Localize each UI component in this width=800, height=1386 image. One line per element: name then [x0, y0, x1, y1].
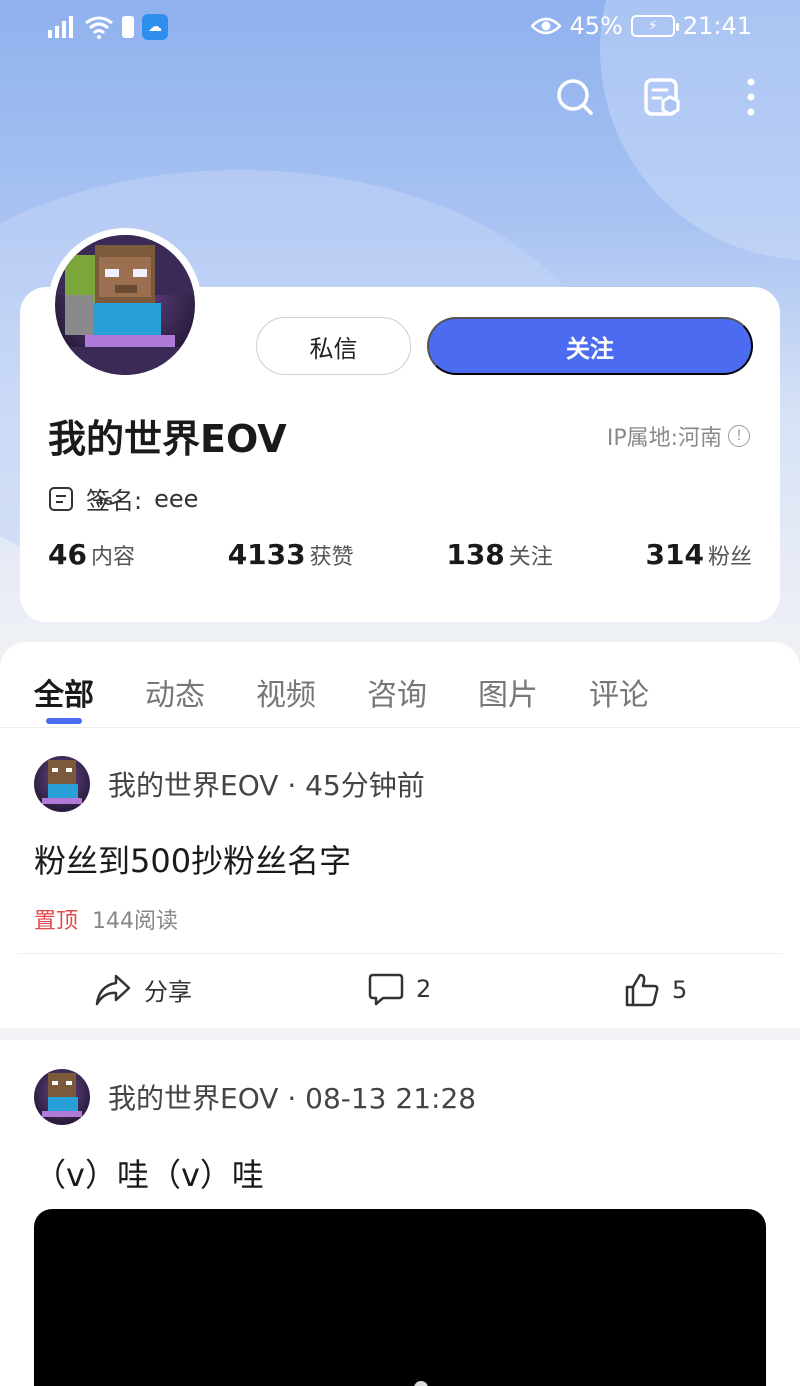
- wifi-icon: [85, 16, 113, 39]
- stat-label: 内容: [90, 545, 135, 570]
- avatar-image: [55, 235, 195, 375]
- message-button[interactable]: 私信: [256, 317, 411, 375]
- follow-button[interactable]: 关注: [427, 317, 753, 375]
- post-info: 置顶 144阅读: [34, 903, 178, 935]
- tabs-divider: [0, 727, 800, 728]
- comment-button[interactable]: 2: [368, 972, 431, 1006]
- search-button[interactable]: [554, 76, 596, 118]
- video-player[interactable]: [34, 1209, 766, 1386]
- ip-location-text: IP属地:河南: [606, 426, 722, 451]
- search-icon: [557, 79, 593, 115]
- more-button[interactable]: [730, 76, 772, 118]
- clock: 21:41: [682, 12, 752, 40]
- post-title[interactable]: （v）哇（v）哇: [34, 1150, 264, 1196]
- active-tab-indicator: [46, 718, 82, 724]
- profile-card-button[interactable]: [642, 76, 684, 118]
- post-time: 08-13 21:28: [305, 1082, 477, 1115]
- like-button[interactable]: 5: [624, 972, 687, 1008]
- stat-number: 138: [446, 538, 505, 571]
- battery-percent: 45%: [569, 12, 623, 40]
- stat-number: 314: [645, 538, 704, 571]
- share-icon: [95, 974, 131, 1005]
- profile-card-icon: [644, 78, 680, 116]
- content-tabs: 全部 动态 视频 咨询 图片 评论: [34, 670, 700, 714]
- author-avatar[interactable]: [34, 1069, 90, 1125]
- status-bar: 4G ☁ 45% ⚡ 21:41: [0, 10, 800, 508]
- ip-location[interactable]: IP属地:河南 !: [607, 420, 750, 452]
- stat-label: 粉丝: [707, 545, 752, 570]
- author-name[interactable]: 我的世界EOV: [108, 1082, 278, 1115]
- post-header: 我的世界EOV · 08-13 21:28: [34, 1069, 476, 1125]
- meta-separator: ·: [287, 769, 306, 802]
- profile-stats: 46 内容 4133 获赞 138 关注 314 粉丝: [48, 538, 752, 571]
- author-avatar[interactable]: [34, 756, 90, 812]
- post-meta: 我的世界EOV · 45分钟前: [108, 764, 425, 804]
- tab-comments[interactable]: 评论: [589, 670, 700, 714]
- post-time: 45分钟前: [305, 769, 425, 802]
- eye-comfort-icon: [531, 17, 562, 35]
- stat-number: 4133: [227, 538, 306, 571]
- signature-icon: [49, 486, 73, 511]
- signature-value: eee: [154, 484, 199, 513]
- tab-dynamics[interactable]: 动态: [145, 670, 256, 714]
- author-name[interactable]: 我的世界EOV: [108, 769, 278, 802]
- post-meta: 我的世界EOV · 08-13 21:28: [108, 1077, 476, 1117]
- top-actions: [554, 76, 772, 118]
- meta-separator: ·: [287, 1082, 306, 1115]
- stat-content[interactable]: 46 内容: [48, 538, 135, 571]
- thumbs-up-icon: [625, 973, 659, 1007]
- weather-app-icon: ☁: [142, 14, 168, 40]
- signal-icon: [48, 16, 73, 38]
- stat-likes[interactable]: 4133 获赞: [228, 538, 354, 571]
- battery-icon: ⚡: [630, 15, 679, 37]
- share-label: 分享: [144, 978, 192, 1006]
- like-count: 5: [672, 976, 688, 1004]
- profile-avatar[interactable]: [48, 228, 202, 382]
- post-actions: 分享 2 5: [0, 958, 800, 1028]
- loading-indicator: [414, 1381, 428, 1386]
- comment-icon: [368, 973, 404, 1006]
- pinned-badge: 置顶: [34, 909, 79, 934]
- read-count: 144阅读: [92, 909, 179, 934]
- stat-number: 46: [48, 538, 87, 571]
- more-vertical-icon: [747, 78, 755, 116]
- stat-label: 关注: [508, 545, 553, 570]
- post-divider: [18, 953, 782, 954]
- battery-saver-icon: [122, 16, 134, 38]
- stat-label: 获赞: [309, 545, 354, 570]
- post-title[interactable]: 粉丝到500抄粉丝名字: [34, 836, 351, 882]
- signature: 签名: eee: [48, 481, 198, 516]
- tab-images[interactable]: 图片: [478, 670, 589, 714]
- comment-count: 2: [416, 975, 432, 1003]
- stat-followers[interactable]: 314 粉丝: [646, 538, 752, 571]
- profile-name: 我的世界EOV: [48, 417, 287, 461]
- signature-label: 签名:: [86, 487, 143, 515]
- stat-following[interactable]: 138 关注: [446, 538, 552, 571]
- post-separator: [0, 1028, 800, 1040]
- tab-news[interactable]: 咨询: [367, 670, 478, 714]
- post-header: 我的世界EOV · 45分钟前: [34, 756, 425, 812]
- tab-video[interactable]: 视频: [256, 670, 367, 714]
- info-icon: !: [728, 425, 750, 447]
- tab-all[interactable]: 全部: [34, 670, 145, 714]
- share-button[interactable]: 分享: [94, 972, 192, 1007]
